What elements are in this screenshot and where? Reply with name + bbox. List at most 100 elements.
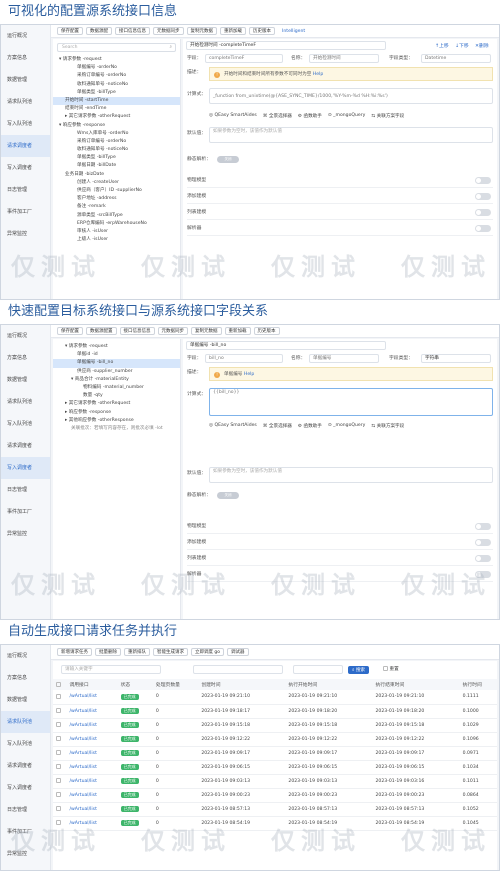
toolbar-button[interactable]: 历史版本 — [253, 327, 280, 335]
option-toggle[interactable] — [475, 193, 491, 200]
api-link[interactable]: /wArtual/list — [66, 788, 118, 803]
search-button[interactable]: ⌕ 搜索 — [348, 666, 369, 674]
toolbar-button[interactable]: 接口信息信息 — [119, 327, 155, 335]
tool-button[interactable]: ⚙ 函数助手 — [298, 113, 322, 119]
tree-node[interactable]: 业务日期 -bizDate — [53, 171, 180, 179]
tree-node[interactable]: 单据日期 -billDate — [53, 162, 180, 170]
help-link[interactable]: Help — [313, 72, 323, 77]
tree-node[interactable]: 数量 -qty — [53, 392, 180, 400]
reset-button[interactable]: 重置 — [383, 666, 399, 672]
row-checkbox[interactable] — [53, 788, 67, 803]
table-row[interactable]: /wArtual/list 已完成 0 2023-01-19 08:57:13 2023… — [53, 802, 497, 817]
sidebar-item[interactable]: 日志管理 — [1, 179, 50, 201]
tree-node[interactable]: 结束时间 -endTime — [53, 105, 180, 113]
tree-node[interactable]: ▾ 请求参数 -request — [53, 56, 180, 64]
sidebar-item[interactable]: 方案信息 — [1, 347, 50, 369]
sidebar-item[interactable]: 方案信息 — [1, 667, 50, 689]
toolbar-button[interactable]: 复制元数据 — [186, 27, 217, 35]
tree-node[interactable]: 收料通知单号 -noticeNo — [53, 81, 180, 89]
tree-node[interactable]: Wms入库单号 -orderNo — [53, 130, 180, 138]
tree-node[interactable]: 单据编号 -bill_no — [53, 359, 180, 368]
delete-button[interactable]: ✕删除 — [475, 42, 489, 49]
move-down-button[interactable]: ↓下移 — [455, 42, 469, 49]
tool-button[interactable]: ⌘ 全景选择器 — [263, 113, 292, 119]
default-input[interactable]: 如果参数为空时，该值作为默认值 — [209, 127, 493, 143]
field-input[interactable]: completeTimeF — [205, 54, 283, 63]
tree-node[interactable]: 采购订单编号 -orderNo — [53, 138, 180, 146]
toolbar-button[interactable]: 批量删除 — [95, 648, 121, 656]
sidebar-item[interactable]: 写入队列池 — [1, 413, 50, 435]
name-input[interactable]: 单据编号 — [309, 354, 379, 363]
tree-node[interactable]: ▾ 商品合计 -materialEntity — [53, 376, 180, 384]
table-row[interactable]: /wArtual/list 已完成 0 2023-01-19 09:09:17 2023… — [53, 746, 497, 761]
tool-button[interactable]: ⊙ _mongoQuery — [328, 113, 366, 119]
field-title-input[interactable]: 单据编号 -bill_no — [186, 341, 386, 350]
tool-button[interactable]: ⇆ 关联方案字段 — [371, 423, 404, 429]
tree-node[interactable]: ▾ 请求参数 -request — [53, 343, 180, 351]
tree-node[interactable]: 收料通知单号 -noticeNo — [53, 146, 180, 154]
tree-node[interactable]: 采购订单编号 -orderNo — [53, 72, 180, 80]
filter-select-2[interactable] — [293, 665, 343, 674]
tree-node[interactable]: ▸ 其他响应参数 -otherResponse — [53, 417, 180, 425]
sidebar-item[interactable]: 请求队列池 — [1, 391, 50, 413]
tool-button[interactable]: ◎ QEasy SmartAides — [209, 423, 257, 429]
type-select[interactable]: Datetime — [421, 54, 491, 63]
api-link[interactable]: /wArtual/list — [66, 704, 118, 719]
toolbar-button[interactable]: 历史版本 — [249, 27, 275, 35]
sidebar-item[interactable]: 异常监控 — [1, 523, 50, 545]
row-checkbox[interactable] — [53, 732, 67, 747]
help-link[interactable]: Help — [244, 372, 254, 377]
tool-button[interactable]: ⚙ 函数助手 — [298, 423, 322, 429]
tree-node[interactable]: ▸ 其它请求参数 -otherRequest — [53, 400, 180, 408]
sidebar-item[interactable]: 写入调度者 — [1, 777, 50, 799]
sidebar-item[interactable]: 请求调度者 — [1, 755, 50, 777]
option-toggle[interactable] — [475, 177, 491, 184]
keyword-input[interactable]: 请输入关键字 — [61, 665, 161, 674]
toolbar-button[interactable]: 元数据同步 — [153, 27, 184, 35]
sidebar-item[interactable]: 异常监控 — [1, 223, 50, 245]
toolbar-button[interactable]: 接口信息信息 — [115, 27, 150, 35]
row-checkbox[interactable] — [53, 774, 67, 789]
option-toggle[interactable] — [475, 539, 491, 546]
field-title-input[interactable]: 开始检测时间 -completeTimeF — [186, 41, 386, 50]
option-toggle[interactable] — [475, 523, 491, 530]
type-select[interactable]: 字符串 — [421, 354, 491, 363]
static-parse-toggle[interactable]: 关闭 — [217, 492, 239, 499]
sidebar-item[interactable]: 请求调度者 — [1, 435, 50, 457]
option-toggle[interactable] — [475, 225, 491, 232]
api-link[interactable]: /wArtual/list — [66, 774, 118, 789]
api-link[interactable]: /wArtual/list — [66, 690, 118, 705]
api-link[interactable]: /wArtual/list — [66, 718, 118, 733]
row-checkbox[interactable] — [53, 690, 67, 705]
sidebar-item[interactable]: 请求调度者 — [1, 135, 50, 157]
toolbar-button[interactable]: 立即调度 go — [191, 648, 225, 656]
sidebar-item[interactable]: 运行概况 — [1, 25, 50, 47]
row-checkbox[interactable] — [53, 760, 67, 775]
sidebar-item[interactable]: 日志管理 — [1, 799, 50, 821]
sidebar-item[interactable]: 运行概况 — [1, 325, 50, 347]
formula-input[interactable]: {{bill_no}} — [209, 388, 493, 416]
api-link[interactable]: /wArtual/list — [66, 760, 118, 775]
option-toggle[interactable] — [475, 571, 491, 578]
static-parse-toggle[interactable]: 关闭 — [217, 156, 239, 163]
tree-node[interactable]: 客户地址 -address — [53, 195, 180, 203]
toolbar-button[interactable]: 重新加载 — [220, 27, 246, 35]
tree-node[interactable]: 单据编号 -orderNo — [53, 64, 180, 72]
table-row[interactable]: /wArtual/list 已完成 0 2023-01-19 08:54:19 2023… — [53, 816, 497, 831]
tree-node[interactable]: 源单类型 -srcBillType — [53, 212, 180, 220]
toolbar-button[interactable]: 数据源配置 — [86, 327, 117, 335]
default-input[interactable]: 如果参数为空时，该值作为默认值 — [209, 467, 493, 483]
table-row[interactable]: /wArtual/list 已完成 0 2023-01-19 09:00:23 2023… — [53, 788, 497, 803]
toolbar-button[interactable]: 保存配置 — [57, 27, 83, 35]
tree-node[interactable]: ▸ 响应参数 -response — [53, 409, 180, 417]
sidebar-item[interactable]: 请求队列池 — [1, 91, 50, 113]
move-up-button[interactable]: ↑上移 — [435, 42, 449, 49]
tree-node[interactable]: 单据id -id — [53, 351, 180, 359]
tree-node[interactable]: 上级人 -isUser — [53, 236, 180, 244]
select-all-checkbox[interactable] — [53, 679, 67, 690]
row-checkbox[interactable] — [53, 816, 67, 831]
sidebar-item[interactable]: 写入调度者 — [1, 157, 50, 179]
tool-button[interactable]: ⌘ 全景选择器 — [263, 423, 292, 429]
sidebar-item[interactable]: 异常监控 — [1, 843, 50, 865]
table-row[interactable]: /wArtual/list 已完成 0 2023-01-19 09:12:22 2023… — [53, 732, 497, 747]
